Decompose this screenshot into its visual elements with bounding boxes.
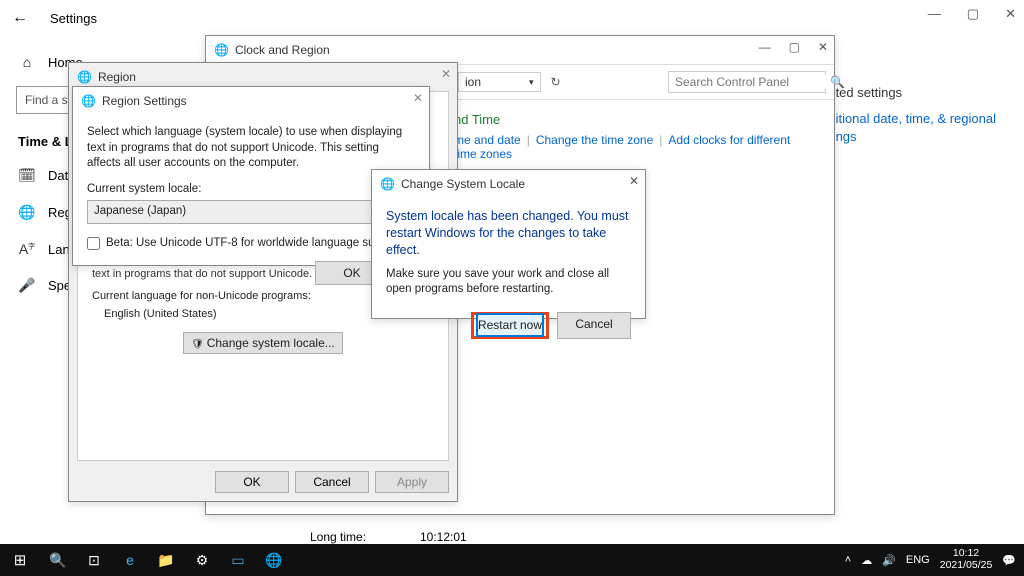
control-panel-icon[interactable]: 🌐 xyxy=(256,552,292,569)
utf8-label: Beta: Use Unicode UTF-8 for worldwide la… xyxy=(106,236,401,252)
explorer-icon[interactable]: 📁 xyxy=(148,552,184,569)
search-input[interactable] xyxy=(675,75,830,89)
close-button[interactable]: ✕ xyxy=(413,91,423,105)
search-icon: 🔍 xyxy=(830,75,845,89)
dialog-title: Change System Locale xyxy=(401,177,525,191)
globe-icon: 🌐 xyxy=(18,204,36,221)
globe-icon: 🌐 xyxy=(214,43,229,57)
restart-highlight: Restart now xyxy=(471,312,549,340)
chevron-down-icon: ▾ xyxy=(529,77,534,88)
change-locale-dialog: 🌐 Change System Locale ✕ System locale h… xyxy=(371,169,646,319)
long-time-value: 10:12:01 xyxy=(420,530,467,544)
description-text: Select which language (system locale) to… xyxy=(87,125,415,172)
minimize-button[interactable]: — xyxy=(928,6,941,22)
maximize-button[interactable]: ▢ xyxy=(967,6,979,22)
settings-icon[interactable]: ⚙ xyxy=(184,552,220,569)
notifications-icon[interactable]: 💬 xyxy=(1002,554,1016,567)
related-link-regional[interactable]: itional date, time, & regionalngs xyxy=(836,110,996,146)
settings-title: Settings xyxy=(50,11,97,26)
globe-icon: 🌐 xyxy=(380,177,395,191)
globe-icon: 🌐 xyxy=(81,94,96,108)
save-work-message: Make sure you save your work and close a… xyxy=(386,267,631,298)
restart-now-button[interactable]: Restart now xyxy=(476,313,544,337)
close-button[interactable]: ✕ xyxy=(1005,6,1016,22)
utf8-checkbox[interactable] xyxy=(87,237,100,250)
cancel-button[interactable]: Cancel xyxy=(557,312,631,340)
ie-icon[interactable]: e xyxy=(112,552,148,568)
task-view-icon[interactable]: ⊡ xyxy=(76,552,112,569)
close-button[interactable]: ✕ xyxy=(629,174,639,188)
window-title: Region Settings xyxy=(102,94,187,108)
close-button[interactable]: ✕ xyxy=(818,40,828,54)
home-icon: ⌂ xyxy=(18,54,36,70)
locale-label: Current system locale: xyxy=(87,182,415,198)
window-controls: — ▢ ✕ xyxy=(928,6,1016,22)
tray-lang[interactable]: ENG xyxy=(906,554,930,566)
breadcrumb-dropdown[interactable]: ion▾ xyxy=(458,72,541,92)
tray-chevron-icon[interactable]: ˄ xyxy=(845,554,851,566)
ok-button[interactable]: OK xyxy=(215,471,289,493)
start-button[interactable]: ⊞ xyxy=(0,551,40,569)
long-time-label: Long time: xyxy=(310,530,420,544)
link-set-time[interactable]: me and date xyxy=(454,133,521,147)
section-date-time: nd Time xyxy=(454,112,816,127)
taskbar: ⊞ 🔍 ⊡ e 📁 ⚙ ▭ 🌐 ˄ ☁ 🔊 ENG 10:12 2021/05/… xyxy=(0,544,1024,576)
search-box[interactable]: 🔍 xyxy=(668,71,826,93)
search-icon[interactable]: 🔍 xyxy=(40,552,76,569)
cancel-button[interactable]: Cancel xyxy=(295,471,369,493)
apply-button: Apply xyxy=(375,471,449,493)
window-title: Clock and Region xyxy=(235,43,330,57)
globe-icon: 🌐 xyxy=(77,70,92,84)
related-settings: ted settings itional date, time, & regio… xyxy=(836,85,996,146)
onedrive-icon[interactable]: ☁ xyxy=(861,554,872,567)
app-icon[interactable]: ▭ xyxy=(220,552,256,569)
locale-dropdown[interactable]: Japanese (Japan) ▾ xyxy=(87,200,415,224)
link-timezone[interactable]: Change the time zone xyxy=(536,133,653,147)
microphone-icon: 🎤 xyxy=(18,277,36,294)
close-button[interactable]: ✕ xyxy=(441,67,451,81)
volume-icon[interactable]: 🔊 xyxy=(882,554,896,567)
language-icon: A字 xyxy=(18,241,36,257)
refresh-button[interactable]: ↻ xyxy=(551,75,561,89)
maximize-button[interactable]: ▢ xyxy=(789,40,800,54)
window-title: Region xyxy=(98,70,136,84)
back-button[interactable]: ← xyxy=(12,9,28,27)
calendar-icon: 🗓 xyxy=(18,167,36,184)
change-locale-button[interactable]: Change system locale... xyxy=(183,332,343,354)
minimize-button[interactable]: — xyxy=(759,40,771,54)
tray-clock[interactable]: 10:12 2021/05/25 xyxy=(940,548,993,571)
restart-message: System locale has been changed. You must… xyxy=(386,208,631,259)
